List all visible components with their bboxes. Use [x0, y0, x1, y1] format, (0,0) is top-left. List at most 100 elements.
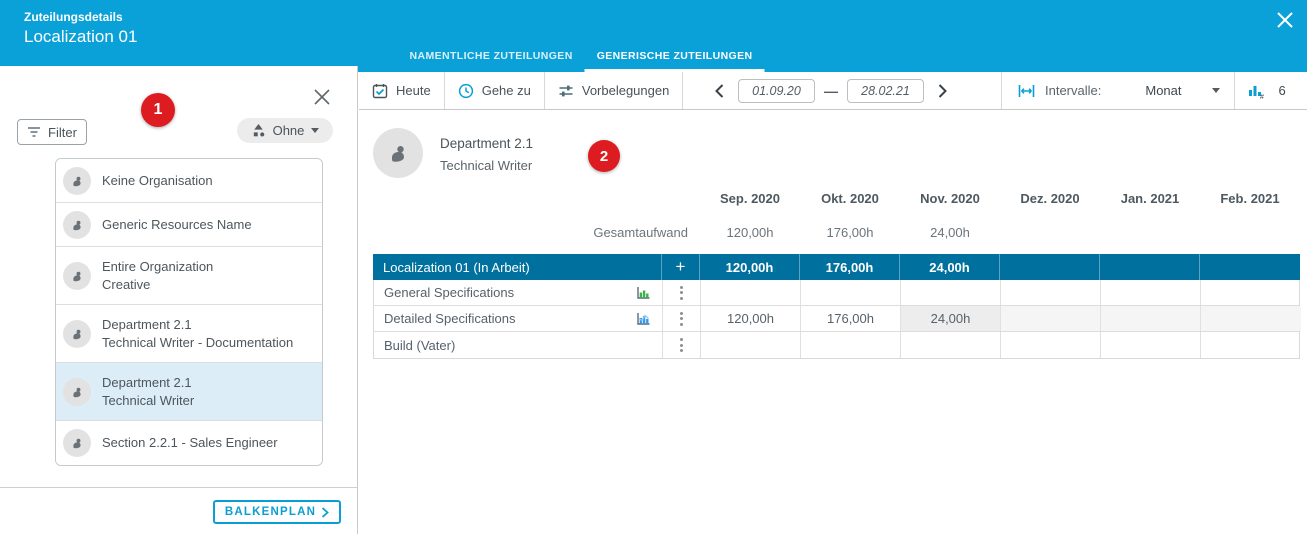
resource-sidebar: 1 Filter Ohne — [0, 66, 358, 534]
allocation-cell[interactable] — [701, 280, 801, 305]
table-row-general-specifications: General Specifications — [374, 280, 1299, 306]
tab-generische-zuteilungen[interactable]: GENERISCHE ZUTEILUNGEN — [585, 42, 765, 72]
list-item-text: Entire Organization Creative — [102, 260, 213, 292]
filter-label: Filter — [48, 125, 77, 140]
close-icon[interactable] — [1273, 8, 1297, 32]
goto-button[interactable]: Gehe zu — [445, 72, 545, 109]
task-name: General Specifications — [384, 285, 514, 300]
list-item-title: Department 2.1 — [102, 318, 293, 332]
list-item-subtitle: Technical Writer — [102, 394, 194, 408]
date-range-controls: — — [711, 72, 951, 109]
allocation-cell[interactable] — [1001, 280, 1101, 305]
allocation-cell[interactable] — [701, 332, 801, 358]
allocation-cell[interactable] — [1201, 280, 1301, 305]
allocation-cell[interactable] — [901, 280, 1001, 305]
list-item-keine-organisation[interactable]: Keine Organisation — [56, 159, 322, 203]
bar-count-value[interactable]: 6 — [1279, 83, 1286, 98]
allocation-cell[interactable] — [801, 280, 901, 305]
list-item-title: Entire Organization — [102, 260, 213, 274]
allocation-cell[interactable] — [1101, 280, 1201, 305]
list-item-subtitle: Technical Writer - Documentation — [102, 336, 293, 350]
date-from-input[interactable] — [738, 79, 815, 103]
avatar — [63, 167, 91, 195]
allocation-cell[interactable] — [801, 332, 901, 358]
interval-value[interactable]: Monat — [1145, 83, 1181, 98]
calendar-check-icon — [372, 83, 388, 99]
allocation-cell[interactable] — [901, 332, 1001, 358]
row-menu-cell — [663, 332, 701, 358]
total-effort-value — [1000, 225, 1100, 240]
total-effort-row: Gesamtaufwand 120,00h 176,00h 24,00h — [373, 225, 1300, 240]
interval-range-icon — [1018, 84, 1035, 98]
window-subtitle: Zuteilungsdetails — [24, 10, 123, 24]
badge-number: 2 — [600, 148, 608, 165]
allocation-cell[interactable] — [1201, 306, 1301, 331]
month-header: Sep. 2020 — [700, 191, 800, 206]
allocation-cell[interactable] — [1201, 332, 1301, 358]
chevron-down-icon — [311, 128, 319, 133]
chevron-right-icon[interactable] — [933, 82, 951, 100]
balkenplan-label: BALKENPLAN — [225, 506, 316, 518]
total-effort-label: Gesamtaufwand — [373, 225, 700, 240]
allocation-details-window: Zuteilungsdetails Localization 01 NAMENT… — [0, 0, 1307, 534]
list-item-title: Keine Organisation — [102, 174, 213, 188]
date-to-input[interactable] — [847, 79, 924, 103]
filter-button[interactable]: Filter — [17, 119, 87, 145]
list-item-department21-technical-writer[interactable]: Department 2.1 Technical Writer — [56, 363, 322, 421]
allocation-cell[interactable] — [1101, 332, 1201, 358]
list-item-subtitle: Creative — [102, 278, 213, 292]
chevron-right-icon — [321, 507, 329, 518]
list-item-title: Section 2.2.1 - Sales Engineer — [102, 436, 278, 450]
allocation-cell[interactable] — [1001, 332, 1101, 358]
allocation-cell[interactable] — [1001, 306, 1101, 331]
allocation-cell[interactable]: 24,00h — [901, 306, 1001, 331]
balkenplan-button[interactable]: BALKENPLAN — [213, 500, 341, 524]
organisation-filter-value: Ohne — [273, 123, 305, 138]
allocation-table: Localization 01 (In Arbeit) + 120,00h 17… — [373, 254, 1300, 359]
goto-label: Gehe zu — [482, 83, 531, 98]
list-item-generic-resources[interactable]: Generic Resources Name — [56, 203, 322, 247]
month-header: Dez. 2020 — [1000, 191, 1100, 206]
list-item-text: Section 2.2.1 - Sales Engineer — [102, 436, 278, 450]
task-name-cell: Build (Vater) — [374, 332, 663, 358]
today-button[interactable]: Heute — [359, 72, 445, 109]
chevron-down-icon[interactable] — [1212, 88, 1220, 93]
bar-chart-blue-icon[interactable] — [635, 311, 652, 327]
allocation-cell[interactable]: 120,00h — [701, 306, 801, 331]
badge-number: 1 — [154, 101, 163, 119]
bar-chart-green-icon[interactable] — [635, 285, 652, 301]
organisation-list: Keine Organisation Generic Resources Nam… — [55, 158, 323, 466]
kebab-menu-icon[interactable] — [680, 338, 683, 352]
annotation-badge-1: 1 — [141, 93, 175, 127]
allocation-cell[interactable]: 176,00h — [801, 306, 901, 331]
date-range-dash: — — [824, 83, 838, 99]
toolbar-left-buttons: Heute Gehe zu Vorbelegungen — [359, 72, 683, 109]
total-effort-value — [1200, 225, 1300, 240]
organisation-filter-dropdown[interactable]: Ohne — [237, 118, 333, 143]
tab-label: GENERISCHE ZUTEILUNGEN — [597, 50, 753, 62]
list-item-department21-documentation[interactable]: Department 2.1 Technical Writer - Docume… — [56, 305, 322, 363]
table-row-build-vater: Build (Vater) — [374, 332, 1299, 358]
total-effort-value: 176,00h — [800, 225, 900, 240]
toolbar-separator — [1234, 72, 1235, 109]
total-effort-value: 120,00h — [700, 225, 800, 240]
table-row-detailed-specifications: Detailed Specifications 120,00h 176,00h … — [374, 306, 1299, 332]
today-label: Heute — [396, 83, 431, 98]
sidebar-close-icon[interactable] — [311, 86, 333, 108]
avatar — [63, 429, 91, 457]
project-month-value — [1000, 254, 1100, 280]
allocation-cell[interactable] — [1101, 306, 1201, 331]
list-item-section221-sales-engineer[interactable]: Section 2.2.1 - Sales Engineer — [56, 421, 322, 465]
kebab-menu-icon[interactable] — [680, 286, 683, 300]
add-task-button[interactable]: + — [662, 254, 700, 280]
total-effort-value — [1100, 225, 1200, 240]
project-month-value — [1100, 254, 1200, 280]
tab-namentliche-zuteilungen[interactable]: NAMENTLICHE ZUTEILUNGEN — [397, 42, 584, 72]
kebab-menu-icon[interactable] — [680, 312, 683, 326]
list-item-entire-organization[interactable]: Entire Organization Creative — [56, 247, 322, 305]
month-header: Okt. 2020 — [800, 191, 900, 206]
chevron-left-icon[interactable] — [711, 82, 729, 100]
presets-button[interactable]: Vorbelegungen — [545, 72, 683, 109]
avatar — [63, 211, 91, 239]
project-month-value: 176,00h — [800, 254, 900, 280]
